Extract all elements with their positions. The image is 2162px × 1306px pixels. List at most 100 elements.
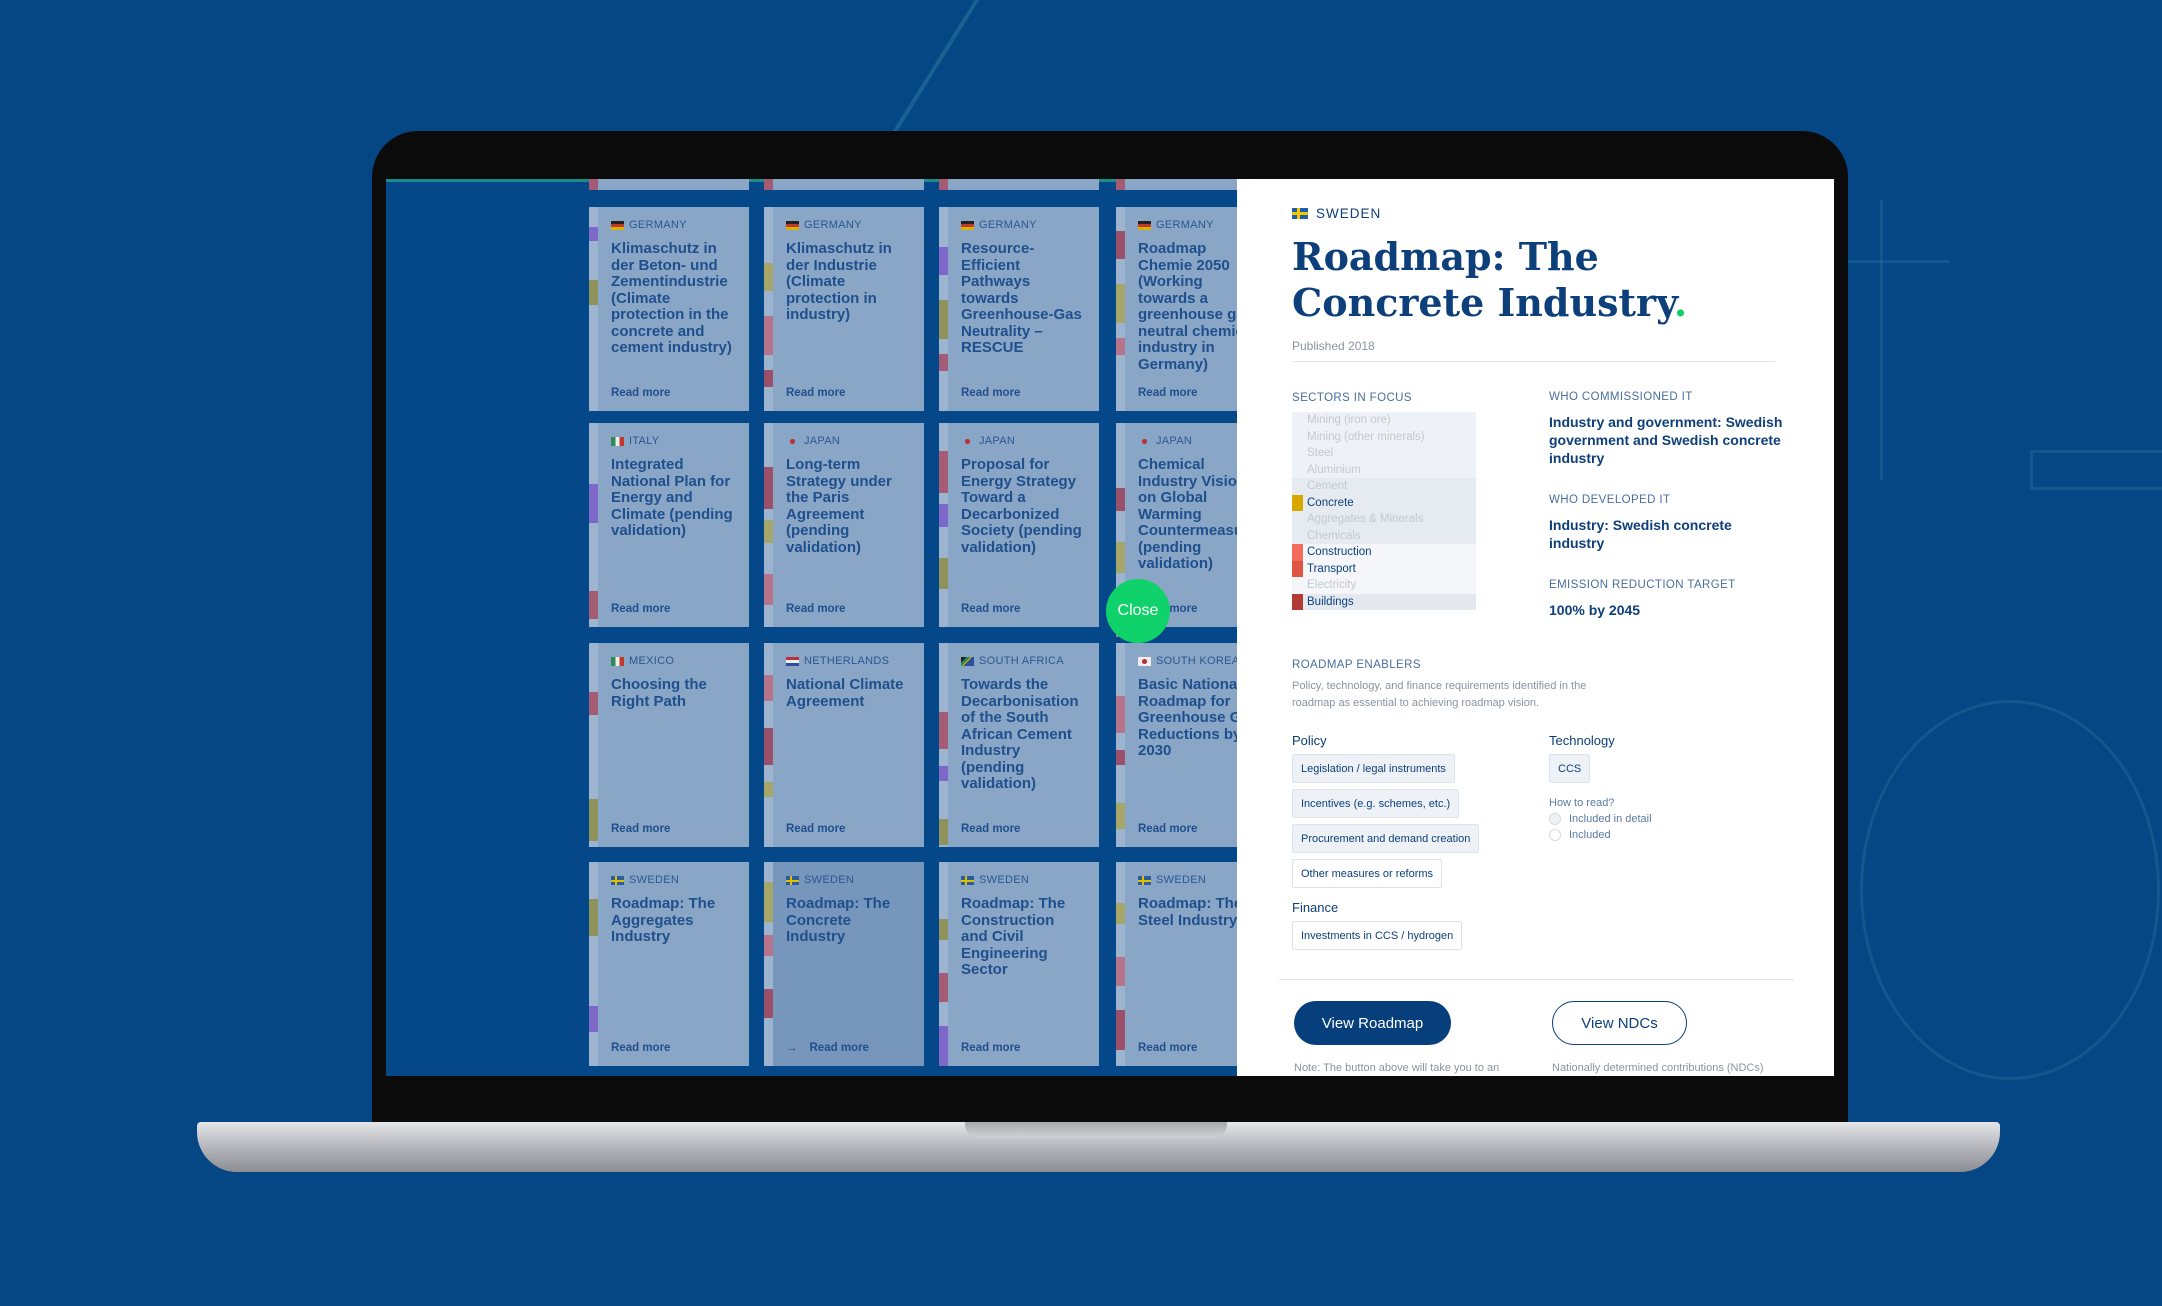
published-date: Published 2018 xyxy=(1292,339,1375,353)
circle-icon xyxy=(1549,813,1561,825)
card-country: GERMANY xyxy=(786,219,910,231)
card-title: Roadmap: The Construction and Civil Engi… xyxy=(961,895,1066,978)
sector-item: Concrete xyxy=(1292,494,1476,511)
roadmap-card[interactable]: SWEDEN Roadmap: The Concrete Industry → R… xyxy=(764,862,924,1066)
legend-included-in-detail: Included in detail xyxy=(1549,813,1789,825)
sector-color-swatch xyxy=(1292,462,1303,479)
sector-item: Aluminium xyxy=(1292,461,1476,479)
kr-flag-icon xyxy=(1138,656,1151,666)
mx-flag-icon xyxy=(611,656,624,666)
roadmap-card[interactable]: GERMANY Klimaschutz in der Beton- und Ze… xyxy=(589,207,749,411)
roadmap-card[interactable] xyxy=(589,179,749,190)
sector-item: Buildings xyxy=(1292,593,1476,610)
roadmap-card[interactable]: JAPAN Long-term Strategy under the Paris… xyxy=(764,423,924,627)
card-title: Choosing the Right Path xyxy=(611,676,707,710)
jp-flag-icon xyxy=(961,436,974,446)
read-more-link[interactable]: Read more xyxy=(611,387,670,399)
roadmap-card[interactable]: ITALY Integrated National Plan for Energ… xyxy=(589,423,749,627)
card-title: Roadmap: The Concrete Industry xyxy=(786,895,891,945)
developed-section: WHO DEVELOPED IT Industry: Swedish concr… xyxy=(1549,494,1789,552)
commissioned-label: WHO COMMISSIONED IT xyxy=(1549,391,1693,403)
sector-stripe xyxy=(939,179,948,190)
developed-label: WHO DEVELOPED IT xyxy=(1549,494,1671,506)
read-more-link[interactable]: → Read more xyxy=(786,1042,869,1054)
read-more-link[interactable]: Read more xyxy=(961,387,1020,399)
card-country: GERMANY xyxy=(611,219,735,231)
background-decoration xyxy=(1880,200,1883,480)
sector-color-swatch xyxy=(1292,544,1303,561)
policy-finance-column: Policy Legislation / legal instruments In… xyxy=(1292,719,1532,950)
read-more-link[interactable]: Read more xyxy=(786,387,845,399)
roadmap-note: Note: The button above will take you to … xyxy=(1294,1062,1500,1074)
technology-column: Technology CCS How to read? Included in … xyxy=(1549,719,1789,841)
sector-stripe xyxy=(1116,207,1125,411)
read-more-link[interactable]: Read more xyxy=(961,823,1020,835)
developed-value: Industry: Swedish concrete industry xyxy=(1549,517,1732,551)
sector-stripe xyxy=(1116,862,1125,1066)
roadmap-card[interactable]: SWEDEN Roadmap: The Construction and Civ… xyxy=(939,862,1099,1066)
sector-stripe xyxy=(939,643,948,847)
roadmap-card[interactable]: MEXICO Choosing the Right Path Read more xyxy=(589,643,749,847)
roadmap-card[interactable]: GERMANY Resource-Efficient Pathways towa… xyxy=(939,207,1099,411)
background-decoration xyxy=(2030,450,2162,490)
roadmap-enablers: ROADMAP ENABLERS Policy, technology, and… xyxy=(1292,659,1812,950)
se-flag-icon xyxy=(786,875,799,885)
enabler-chip: Other measures or reforms xyxy=(1292,859,1443,888)
roadmap-card[interactable] xyxy=(939,179,1099,190)
roadmap-card[interactable]: JAPAN Proposal for Energy Strategy Towar… xyxy=(939,423,1099,627)
view-roadmap-button[interactable]: View Roadmap xyxy=(1294,1001,1451,1045)
se-flag-icon xyxy=(961,875,974,885)
card-title: Integrated National Plan for Energy and … xyxy=(611,456,733,539)
card-country: SWEDEN xyxy=(961,874,1085,886)
roadmap-card[interactable]: SOUTH AFRICA Towards the Decarbonisation… xyxy=(939,643,1099,847)
read-more-link[interactable]: Read more xyxy=(1138,1042,1197,1054)
sector-color-swatch xyxy=(1292,511,1303,528)
read-more-link[interactable]: Read more xyxy=(611,823,670,835)
read-more-link[interactable]: Read more xyxy=(1138,823,1197,835)
card-country: NETHERLANDS xyxy=(786,655,910,667)
divider xyxy=(1279,979,1794,980)
nl-flag-icon xyxy=(786,656,799,666)
jp-flag-icon xyxy=(786,436,799,446)
sector-color-swatch xyxy=(1292,528,1303,545)
sector-item: Electricity xyxy=(1292,577,1476,594)
card-country: JAPAN xyxy=(786,435,910,447)
roadmap-detail-panel: SWEDEN Roadmap: The Concrete Industry. P… xyxy=(1237,179,1834,1076)
card-country: JAPAN xyxy=(961,435,1085,447)
card-title: Roadmap: The Aggregates Industry xyxy=(611,895,716,945)
country-label: SWEDEN xyxy=(1292,206,1381,221)
enabler-chip: Incentives (e.g. schemes, etc.) xyxy=(1292,789,1460,818)
read-more-link[interactable]: Read more xyxy=(786,823,845,835)
sector-item: Construction xyxy=(1292,544,1476,561)
roadmap-card[interactable]: SWEDEN Roadmap: The Aggregates Industry … xyxy=(589,862,749,1066)
sector-stripe xyxy=(764,862,773,1066)
read-more-link[interactable]: Read more xyxy=(961,603,1020,615)
how-to-read-label: How to read? xyxy=(1549,797,1615,809)
roadmap-card[interactable]: NETHERLANDS National Climate Agreement R… xyxy=(764,643,924,847)
read-more-link[interactable]: Read more xyxy=(611,603,670,615)
sector-item: Chemicals xyxy=(1292,527,1476,545)
roadmap-card[interactable]: GERMANY Klimaschutz in der Industrie (Cl… xyxy=(764,207,924,411)
enabler-chip: CCS xyxy=(1549,754,1591,783)
card-title: Resource-Efficient Pathways towards Gree… xyxy=(961,240,1082,356)
read-more-link[interactable]: Read more xyxy=(611,1042,670,1054)
enablers-description: Policy, technology, and finance requirem… xyxy=(1292,680,1587,709)
close-button[interactable]: Close xyxy=(1106,579,1170,643)
read-more-link[interactable]: Read more xyxy=(786,603,845,615)
roadmap-card[interactable] xyxy=(764,179,924,190)
se-flag-icon xyxy=(1138,875,1151,885)
sector-color-swatch xyxy=(1292,560,1303,577)
read-more-link[interactable]: Read more xyxy=(1138,387,1197,399)
read-more-link[interactable]: Read more xyxy=(961,1042,1020,1054)
se-flag-icon xyxy=(611,875,624,885)
sector-stripe xyxy=(764,207,773,411)
jp-flag-icon xyxy=(1138,436,1151,446)
enabler-chip: Procurement and demand creation xyxy=(1292,824,1480,853)
sector-stripe xyxy=(1116,643,1125,847)
sector-color-swatch xyxy=(1292,494,1303,511)
sector-stripe xyxy=(1116,179,1125,190)
view-ndcs-button[interactable]: View NDCs xyxy=(1552,1001,1687,1045)
target-value: 100% by 2045 xyxy=(1549,602,1641,618)
sector-stripe xyxy=(939,423,948,627)
sector-item: Mining (other minerals) xyxy=(1292,428,1476,445)
